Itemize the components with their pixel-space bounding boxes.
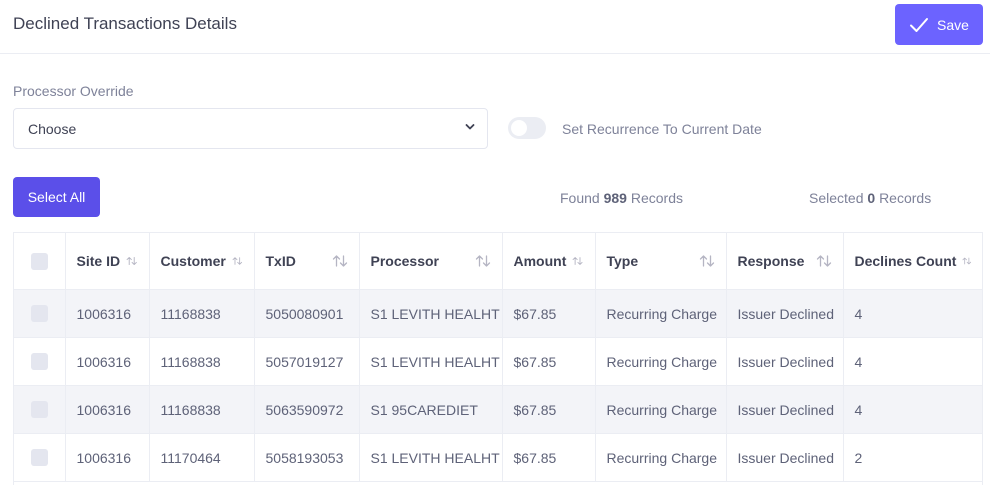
sort-icon xyxy=(475,255,490,267)
column-label: Customer xyxy=(160,253,226,269)
column-header-site-id[interactable]: Site ID xyxy=(65,233,150,290)
row-checkbox[interactable] xyxy=(30,401,48,419)
select-all-checkbox[interactable] xyxy=(30,252,48,270)
column-label: Response xyxy=(737,253,805,269)
cell-declines-count: 2 xyxy=(843,433,982,482)
cell-type: Recurring Charge xyxy=(595,385,727,434)
table-header-row: Site ID Customer TxID Processor Amount T… xyxy=(14,233,982,290)
processor-override-value: Choose xyxy=(28,121,77,137)
cell-amount: $67.85 xyxy=(502,337,596,386)
select-all-checkbox-cell xyxy=(14,233,66,290)
selected-suffix: Records xyxy=(879,190,932,206)
table-row[interactable]: 1006316 11168838 5063590972 S1 95CAREDIE… xyxy=(14,385,982,434)
found-prefix: Found xyxy=(560,190,600,206)
cell-customer: 11168838 xyxy=(149,337,255,386)
cell-amount: $67.85 xyxy=(502,433,596,482)
sort-icon xyxy=(126,256,137,266)
column-header-type[interactable]: Type xyxy=(595,233,727,290)
row-checkbox-cell xyxy=(14,289,66,338)
cell-customer: 11168838 xyxy=(149,289,255,338)
table-row[interactable]: 1006316 11168838 5057019127 S1 LEVITH HE… xyxy=(14,337,982,386)
cell-type: Recurring Charge xyxy=(595,289,727,338)
column-label: Amount xyxy=(513,253,567,269)
cell-processor: S1 LEVITH HEALHT xyxy=(359,433,503,482)
cell-site-id: 1006316 xyxy=(65,289,150,338)
column-label: Site ID xyxy=(76,253,121,269)
cell-declines-count: 4 xyxy=(843,337,982,386)
recurrence-toggle-label: Set Recurrence To Current Date xyxy=(562,121,762,137)
column-label: Declines Count xyxy=(854,253,957,269)
processor-override-select[interactable]: Choose xyxy=(13,108,488,149)
cell-declines-count: 4 xyxy=(843,385,982,434)
cell-response: Issuer Declined xyxy=(726,433,844,482)
cell-txid: 5050080901 xyxy=(254,289,360,338)
cell-processor: S1 95CAREDIET xyxy=(359,385,503,434)
processor-override-label: Processor Override xyxy=(13,83,134,99)
column-header-txid[interactable]: TxID xyxy=(254,233,360,290)
cell-customer: 11168838 xyxy=(149,385,255,434)
found-suffix: Records xyxy=(630,190,683,206)
cell-customer: 11170464 xyxy=(149,433,255,482)
page-title: Declined Transactions Details xyxy=(13,14,237,33)
found-records-text: Found 989 Records xyxy=(560,190,683,206)
row-checkbox-cell xyxy=(14,337,66,386)
row-checkbox[interactable] xyxy=(30,353,48,371)
sort-icon xyxy=(816,255,831,267)
select-all-button[interactable]: Select All xyxy=(13,177,100,217)
check-icon xyxy=(910,17,929,32)
sort-icon xyxy=(232,257,242,265)
cell-site-id: 1006316 xyxy=(65,433,150,482)
table-row[interactable]: 1006316 11170464 5058193053 S1 LEVITH HE… xyxy=(14,433,982,482)
selected-prefix: Selected xyxy=(809,190,864,206)
sort-icon xyxy=(332,255,347,267)
cell-response: Issuer Declined xyxy=(726,337,844,386)
column-header-customer[interactable]: Customer xyxy=(149,233,255,290)
column-header-processor[interactable]: Processor xyxy=(359,233,503,290)
cell-response: Issuer Declined xyxy=(726,289,844,338)
toggle-knob xyxy=(511,120,527,136)
cell-processor: S1 LEVITH HEALHT xyxy=(359,289,503,338)
cell-site-id: 1006316 xyxy=(65,385,150,434)
cell-processor: S1 LEVITH HEALHT xyxy=(359,337,503,386)
selected-count: 0 xyxy=(867,190,876,206)
row-checkbox-cell xyxy=(14,433,66,482)
page-header: Declined Transactions Details Save xyxy=(0,0,990,54)
row-checkbox-cell xyxy=(14,385,66,434)
cell-txid: 5063590972 xyxy=(254,385,360,434)
sort-icon xyxy=(572,257,583,265)
chevron-down-icon xyxy=(465,124,475,130)
cell-txid: 5057019127 xyxy=(254,337,360,386)
column-label: Type xyxy=(606,253,639,269)
cell-declines-count: 4 xyxy=(843,289,982,338)
column-header-amount[interactable]: Amount xyxy=(502,233,596,290)
sort-icon xyxy=(962,257,972,265)
cell-response: Issuer Declined xyxy=(726,385,844,434)
cell-site-id: 1006316 xyxy=(65,337,150,386)
sort-icon xyxy=(699,255,714,267)
table-row[interactable]: 1006316 11168838 5050080901 S1 LEVITH HE… xyxy=(14,289,982,338)
column-header-declines-count[interactable]: Declines Count xyxy=(843,233,982,290)
column-label: Processor xyxy=(370,253,439,269)
found-count: 989 xyxy=(603,190,627,206)
cell-txid: 5058193053 xyxy=(254,433,360,482)
save-button[interactable]: Save xyxy=(895,4,983,45)
save-button-label: Save xyxy=(937,16,969,33)
column-label: TxID xyxy=(265,253,296,269)
cell-amount: $67.85 xyxy=(502,289,596,338)
row-checkbox[interactable] xyxy=(30,449,48,467)
cell-amount: $67.85 xyxy=(502,385,596,434)
transactions-table: Site ID Customer TxID Processor Amount T… xyxy=(13,232,983,485)
column-header-response[interactable]: Response xyxy=(726,233,844,290)
cell-type: Recurring Charge xyxy=(595,337,727,386)
cell-type: Recurring Charge xyxy=(595,433,727,482)
row-checkbox[interactable] xyxy=(30,305,48,323)
recurrence-toggle[interactable] xyxy=(508,117,546,139)
selected-records-text: Selected 0 Records xyxy=(809,190,931,206)
